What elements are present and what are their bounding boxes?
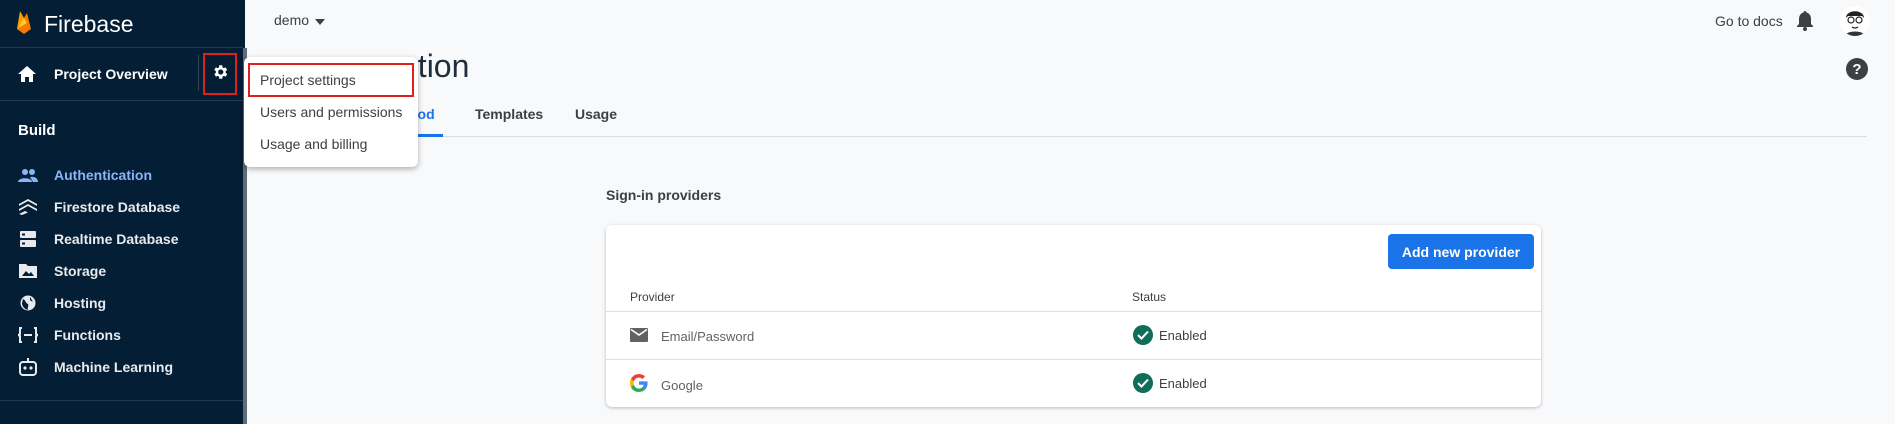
tabs-divider	[247, 136, 1867, 137]
functions-icon	[18, 325, 38, 345]
people-icon	[18, 165, 38, 185]
providers-card: Add new provider Provider Status Email/P…	[606, 225, 1541, 407]
menu-item-label: Project settings	[260, 72, 356, 88]
caret-down-icon	[315, 12, 326, 28]
check-circle-icon	[1133, 373, 1153, 393]
image-icon	[18, 261, 38, 281]
project-name: demo	[274, 12, 310, 28]
column-header-status: Status	[1132, 290, 1167, 304]
menu-item-label: Users and permissions	[260, 104, 403, 120]
add-new-provider-button[interactable]: Add new provider	[1388, 234, 1534, 269]
mail-icon	[629, 325, 649, 345]
status-badge: Enabled	[1133, 373, 1207, 393]
go-to-docs-link[interactable]: Go to docs	[1715, 13, 1783, 29]
user-avatar[interactable]	[1840, 6, 1870, 36]
sidebar-item-label: Realtime Database	[54, 231, 179, 247]
sidebar-divider	[0, 47, 243, 48]
sidebar-item-authentication[interactable]: Authentication	[0, 159, 243, 191]
firestore-icon	[18, 197, 38, 217]
sidebar-item-realtime-database[interactable]: Realtime Database	[0, 223, 243, 255]
row-divider	[606, 311, 1541, 312]
notifications-bell-icon[interactable]	[1796, 11, 1814, 36]
status-label: Enabled	[1159, 327, 1207, 343]
sidebar-item-label: Hosting	[54, 295, 107, 311]
settings-dropdown-menu: Project settings Users and permissions U…	[244, 57, 418, 167]
menu-item-label: Usage and billing	[260, 136, 368, 152]
project-overview-label: Project Overview	[54, 66, 168, 82]
robot-icon	[18, 357, 38, 377]
sidebar-item-hosting[interactable]: Hosting	[0, 287, 243, 319]
status-badge: Enabled	[1133, 325, 1207, 345]
sidebar-item-label: Firestore Database	[54, 199, 181, 215]
build-section-title: Build	[18, 122, 56, 139]
globe-icon	[18, 293, 38, 313]
database-icon	[18, 229, 38, 249]
sidebar: Firebase Project Overview Build Authenti…	[0, 0, 245, 424]
sidebar-item-machine-learning[interactable]: Machine Learning	[0, 351, 243, 383]
help-icon[interactable]: ?	[1846, 58, 1868, 80]
overview-separator	[198, 55, 199, 91]
provider-name: Email/Password	[661, 329, 755, 344]
home-icon	[18, 64, 38, 84]
gear-icon	[211, 63, 229, 86]
sidebar-item-label: Functions	[54, 327, 121, 343]
sidebar-item-functions[interactable]: Functions	[0, 319, 243, 351]
sidebar-item-label: Authentication	[54, 167, 152, 183]
sidebar-item-storage[interactable]: Storage	[0, 255, 243, 287]
sidebar-item-label: Storage	[54, 263, 107, 279]
menu-item-usage-and-billing[interactable]: Usage and billing	[244, 129, 418, 159]
settings-gear-button[interactable]	[203, 53, 237, 95]
tab-templates[interactable]: Templates	[475, 106, 543, 122]
menu-item-project-settings[interactable]: Project settings	[248, 63, 414, 97]
tab-usage[interactable]: Usage	[575, 106, 617, 122]
brand-name: Firebase	[44, 10, 134, 37]
sidebar-divider	[0, 100, 243, 101]
row-divider	[606, 359, 1541, 360]
topbar: demo Go to docs	[247, 0, 1895, 44]
column-header-provider: Provider	[630, 290, 675, 304]
provider-name: Google	[661, 378, 703, 393]
project-selector[interactable]: demo	[274, 12, 326, 28]
sidebar-item-label: Machine Learning	[54, 359, 174, 375]
sidebar-item-firestore[interactable]: Firestore Database	[0, 191, 243, 223]
check-circle-icon	[1133, 325, 1153, 345]
google-icon	[629, 373, 649, 393]
menu-item-users-and-permissions[interactable]: Users and permissions	[244, 97, 418, 127]
sidebar-divider	[0, 400, 243, 401]
brand[interactable]: Firebase	[16, 6, 133, 42]
status-label: Enabled	[1159, 375, 1207, 391]
sign-in-providers-title: Sign-in providers	[606, 187, 722, 203]
firebase-logo-icon	[16, 9, 32, 40]
